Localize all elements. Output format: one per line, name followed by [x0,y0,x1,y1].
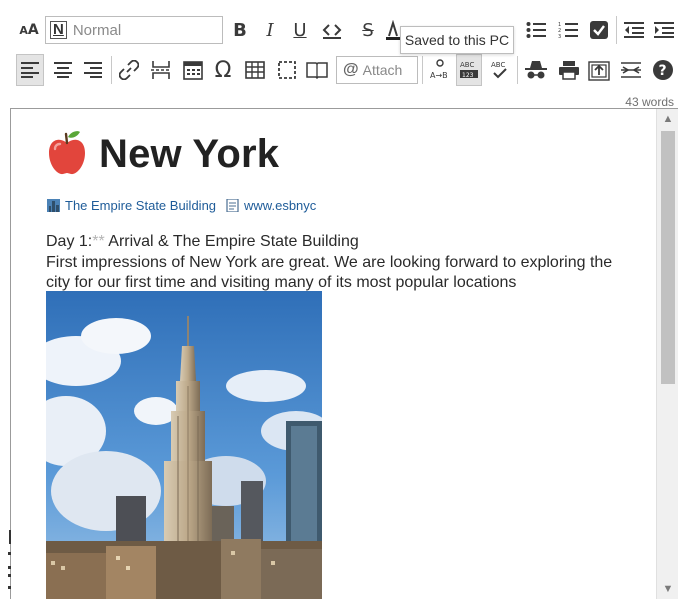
spellcheck-icon[interactable]: ABC 123 [456,54,482,86]
document-link-icon [226,199,239,212]
align-right-icon[interactable] [80,55,106,85]
body-paragraph: First impressions of New York are great.… [46,254,613,291]
underline-icon[interactable]: U [288,15,312,45]
image-link-icon [47,199,60,212]
indent-icon[interactable] [652,15,676,45]
attach-label: Attach [362,62,403,78]
omega-icon[interactable]: Ω [210,55,236,85]
align-left-icon[interactable] [16,54,44,86]
italic-icon[interactable]: I [258,15,282,45]
help-icon[interactable]: ? [650,55,676,85]
svg-text:123: 123 [462,72,474,79]
svg-text:ABC: ABC [491,61,505,69]
align-center-icon[interactable] [50,55,76,85]
code-icon[interactable] [318,15,346,45]
outdent-icon[interactable] [622,15,646,45]
checkbox-icon[interactable] [588,15,610,45]
style-value: Normal [72,21,122,39]
table-icon[interactable] [242,55,268,85]
scrollbar-thumb[interactable] [661,131,675,384]
export-icon[interactable] [586,55,612,85]
style-select[interactable]: N Normal [45,16,223,44]
document-title: New York [99,131,280,176]
scroll-down-arrow-icon[interactable]: ▼ [657,579,678,599]
toolbar: AA N Normal B I U S Saved to this PC 123 [0,0,678,110]
day-title: Arrival & The Empire State Building [104,233,359,250]
toolbar-row-1: AA N Normal B I U S Saved to this PC 123 [0,10,678,54]
selection-icon[interactable] [274,55,300,85]
font-size-icon[interactable]: AA [16,15,42,45]
vertical-scrollbar[interactable]: ▲ ▼ [656,109,678,599]
toolbar-divider [616,16,617,44]
word-count: 43 words [625,95,674,109]
link-empire-state-label: The Empire State Building [65,198,217,213]
svg-text:A→B: A→B [430,71,448,80]
toolbar-divider [422,56,423,84]
toolbar-row-2: Ω @ Attach A→B ABC 123 ABC ? [0,50,678,90]
bold-icon[interactable]: B [228,15,252,45]
numbered-list-icon[interactable]: 123 [556,15,580,45]
resize-handle[interactable] [0,528,14,598]
day-heading: Day 1:** Arrival & The Empire State Buil… [46,233,359,251]
link-empire-state[interactable]: The Empire State Building [47,198,216,213]
apple-icon [47,129,87,180]
toolbar-divider [111,56,112,84]
day-stars: ** [92,233,105,250]
style-prefix: N [50,21,67,39]
editor-area[interactable]: New York The Empire State Building www.e… [11,109,656,599]
spell-correct-icon[interactable]: ABC [488,55,512,85]
link-icon[interactable] [116,55,142,85]
toolbar-divider [517,56,518,84]
paperclip-icon: @ [343,61,359,78]
svg-text:3: 3 [558,34,561,39]
attach-button[interactable]: @ Attach [336,56,418,84]
saved-tooltip: Saved to this PC [400,26,514,54]
links-row: The Empire State Building www.esbnyc [47,198,326,213]
empire-state-building-photo [46,291,322,599]
scroll-up-arrow-icon[interactable]: ▲ [657,109,678,129]
strikethrough-icon[interactable]: S [356,15,380,45]
day-prefix: Day 1: [46,233,93,250]
incognito-icon[interactable] [522,55,550,85]
page-break-icon[interactable] [148,55,174,85]
print-icon[interactable] [556,55,582,85]
link-website-label: www.esbnyc [244,198,317,213]
svg-text:ABC: ABC [460,61,474,69]
bullet-list-icon[interactable] [524,15,548,45]
collapse-icon[interactable] [618,55,644,85]
svg-text:?: ? [659,63,667,79]
book-icon[interactable] [304,55,330,85]
link-website[interactable]: www.esbnyc [226,198,316,213]
calendar-icon[interactable] [180,55,206,85]
document-title-row: New York [47,129,280,180]
find-replace-icon[interactable]: A→B [428,55,452,85]
